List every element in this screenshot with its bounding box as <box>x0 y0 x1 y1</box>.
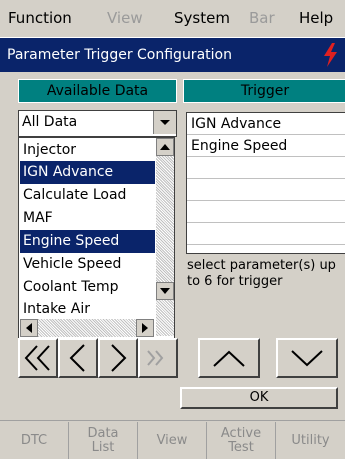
move-left-button[interactable] <box>58 338 98 378</box>
double-chevron-left-icon <box>24 345 50 371</box>
move-all-left-button[interactable] <box>18 338 58 378</box>
menu-view[interactable]: View <box>107 9 143 27</box>
scroll-down-button[interactable] <box>156 282 174 300</box>
tab-data-list[interactable]: Data List <box>69 422 138 459</box>
trigger-list: IGN Advance Engine Speed <box>186 112 345 254</box>
arrow-down-icon <box>160 288 170 294</box>
list-item[interactable]: Engine Speed <box>20 230 155 253</box>
tab-active-test[interactable]: Active Test <box>207 422 276 459</box>
menu-bar: Function View System Bar Help <box>0 0 345 38</box>
available-data-header: Available Data <box>18 79 177 103</box>
lightning-bolt-icon <box>324 43 337 67</box>
window-title: Parameter Trigger Configuration <box>7 47 232 63</box>
chevron-left-icon <box>69 344 85 372</box>
ok-button[interactable]: OK <box>180 387 338 409</box>
chevron-down-icon <box>291 350 323 367</box>
move-up-button[interactable] <box>198 338 260 378</box>
double-chevron-right-icon <box>147 350 164 366</box>
trigger-row[interactable] <box>187 179 345 201</box>
trigger-row[interactable]: IGN Advance <box>187 113 345 135</box>
tab-view[interactable]: View <box>138 422 207 459</box>
menu-bar-item[interactable]: Bar <box>249 9 275 27</box>
list-item[interactable]: Vehicle Speed <box>20 253 155 276</box>
trigger-row[interactable]: Engine Speed <box>187 135 345 157</box>
hint-text: select parameter(s) up to 6 for trigger <box>187 258 336 289</box>
list-item[interactable]: Intake Air <box>20 299 155 315</box>
trigger-header: Trigger <box>183 79 345 103</box>
arrow-up-icon <box>160 144 170 150</box>
scroll-up-button[interactable] <box>156 138 174 156</box>
list-item[interactable]: MAF <box>20 207 155 230</box>
title-bar: Parameter Trigger Configuration <box>0 38 345 72</box>
available-data-list: Injector IGN Advance Calculate Load MAF … <box>18 137 175 339</box>
list-item[interactable]: Coolant Temp <box>20 276 155 299</box>
horizontal-scrollbar[interactable] <box>20 319 154 337</box>
arrow-right-icon <box>142 323 148 333</box>
arrow-left-icon <box>26 323 32 333</box>
trigger-row[interactable] <box>187 157 345 179</box>
chevron-down-icon <box>160 120 170 125</box>
data-filter-select[interactable]: All Data <box>18 110 177 137</box>
chevron-up-icon <box>213 350 245 367</box>
list-item[interactable]: Injector <box>20 139 155 162</box>
move-down-button[interactable] <box>276 338 338 378</box>
list-item[interactable]: IGN Advance <box>20 161 155 184</box>
tab-utility[interactable]: Utility <box>276 422 345 459</box>
menu-help[interactable]: Help <box>299 9 333 27</box>
combo-dropdown-button[interactable] <box>153 111 176 134</box>
trigger-row[interactable] <box>187 201 345 223</box>
scroll-left-button[interactable] <box>20 319 38 337</box>
move-all-right-button[interactable] <box>138 338 178 378</box>
vertical-scrollbar[interactable] <box>156 138 174 336</box>
scroll-right-button[interactable] <box>136 319 154 337</box>
list-item[interactable]: Calculate Load <box>20 184 155 207</box>
tab-dtc[interactable]: DTC <box>0 422 69 459</box>
chevron-right-icon <box>111 344 127 372</box>
move-right-button[interactable] <box>98 338 138 378</box>
data-filter-value: All Data <box>22 114 78 130</box>
bottom-tab-bar: DTC Data List View Active Test Utility <box>0 420 345 459</box>
menu-system[interactable]: System <box>174 9 230 27</box>
trigger-row[interactable] <box>187 223 345 245</box>
menu-function[interactable]: Function <box>8 9 72 27</box>
